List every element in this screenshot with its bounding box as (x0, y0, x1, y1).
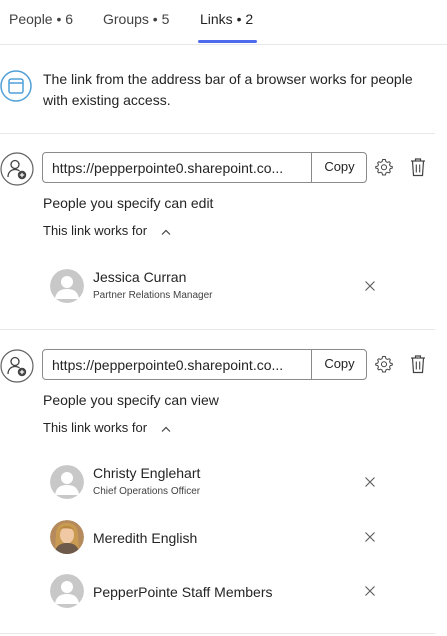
person-name: Christy Englehart (93, 465, 201, 481)
active-tab-indicator (198, 40, 257, 43)
copy-button[interactable]: Copy (311, 152, 367, 183)
person-placeholder-avatar (50, 574, 84, 608)
link-url-field[interactable]: https://pepperpointe0.sharepoint.co... C… (42, 152, 367, 183)
divider (0, 633, 435, 634)
copy-button[interactable]: Copy (311, 349, 367, 380)
delete-link-icon[interactable] (410, 354, 426, 374)
photo-avatar (50, 520, 84, 554)
person-placeholder-avatar (50, 465, 84, 499)
person-name: Jessica Curran (93, 269, 187, 285)
link-url-field[interactable]: https://pepperpointe0.sharepoint.co... C… (42, 349, 367, 380)
permission-text: People you specify can view (43, 392, 219, 408)
divider (0, 133, 435, 134)
chevron-up-icon (161, 229, 171, 235)
list-item: Christy Englehart Chief Operations Offic… (0, 462, 447, 502)
link-url-text: https://pepperpointe0.sharepoint.co... (52, 357, 284, 373)
gear-icon[interactable] (375, 355, 393, 373)
info-text: The link from the address bar of a brows… (43, 71, 413, 108)
works-for-toggle[interactable]: This link works for (43, 223, 171, 238)
tab-bar: People • 6 Groups • 5 Links • 2 (0, 0, 447, 45)
link-url-text: https://pepperpointe0.sharepoint.co... (52, 160, 284, 176)
list-item: PepperPointe Staff Members (0, 571, 447, 611)
link-people-icon (0, 349, 34, 383)
divider (0, 329, 435, 330)
tab-groups[interactable]: Groups • 5 (103, 11, 169, 27)
delete-link-icon[interactable] (410, 157, 426, 177)
tab-links[interactable]: Links • 2 (200, 11, 253, 27)
close-icon[interactable] (364, 280, 376, 292)
works-for-label: This link works for (43, 420, 148, 435)
list-item: Jessica Curran Partner Relations Manager (0, 266, 447, 306)
close-icon[interactable] (364, 531, 376, 543)
person-placeholder-avatar (50, 269, 84, 303)
permission-text: People you specify can edit (43, 195, 214, 211)
chevron-up-icon (161, 426, 171, 432)
person-role: Chief Operations Officer (93, 486, 201, 497)
gear-icon[interactable] (375, 158, 393, 176)
person-role: Partner Relations Manager (93, 290, 213, 301)
browser-window-icon (0, 70, 32, 102)
close-icon[interactable] (364, 476, 376, 488)
tab-people[interactable]: People • 6 (9, 11, 73, 27)
person-name: PepperPointe Staff Members (93, 584, 273, 600)
link-people-icon (0, 152, 34, 186)
person-name: Meredith English (93, 530, 198, 546)
works-for-label: This link works for (43, 223, 148, 238)
close-icon[interactable] (364, 585, 376, 597)
list-item: Meredith English (0, 517, 447, 557)
works-for-toggle[interactable]: This link works for (43, 420, 171, 435)
